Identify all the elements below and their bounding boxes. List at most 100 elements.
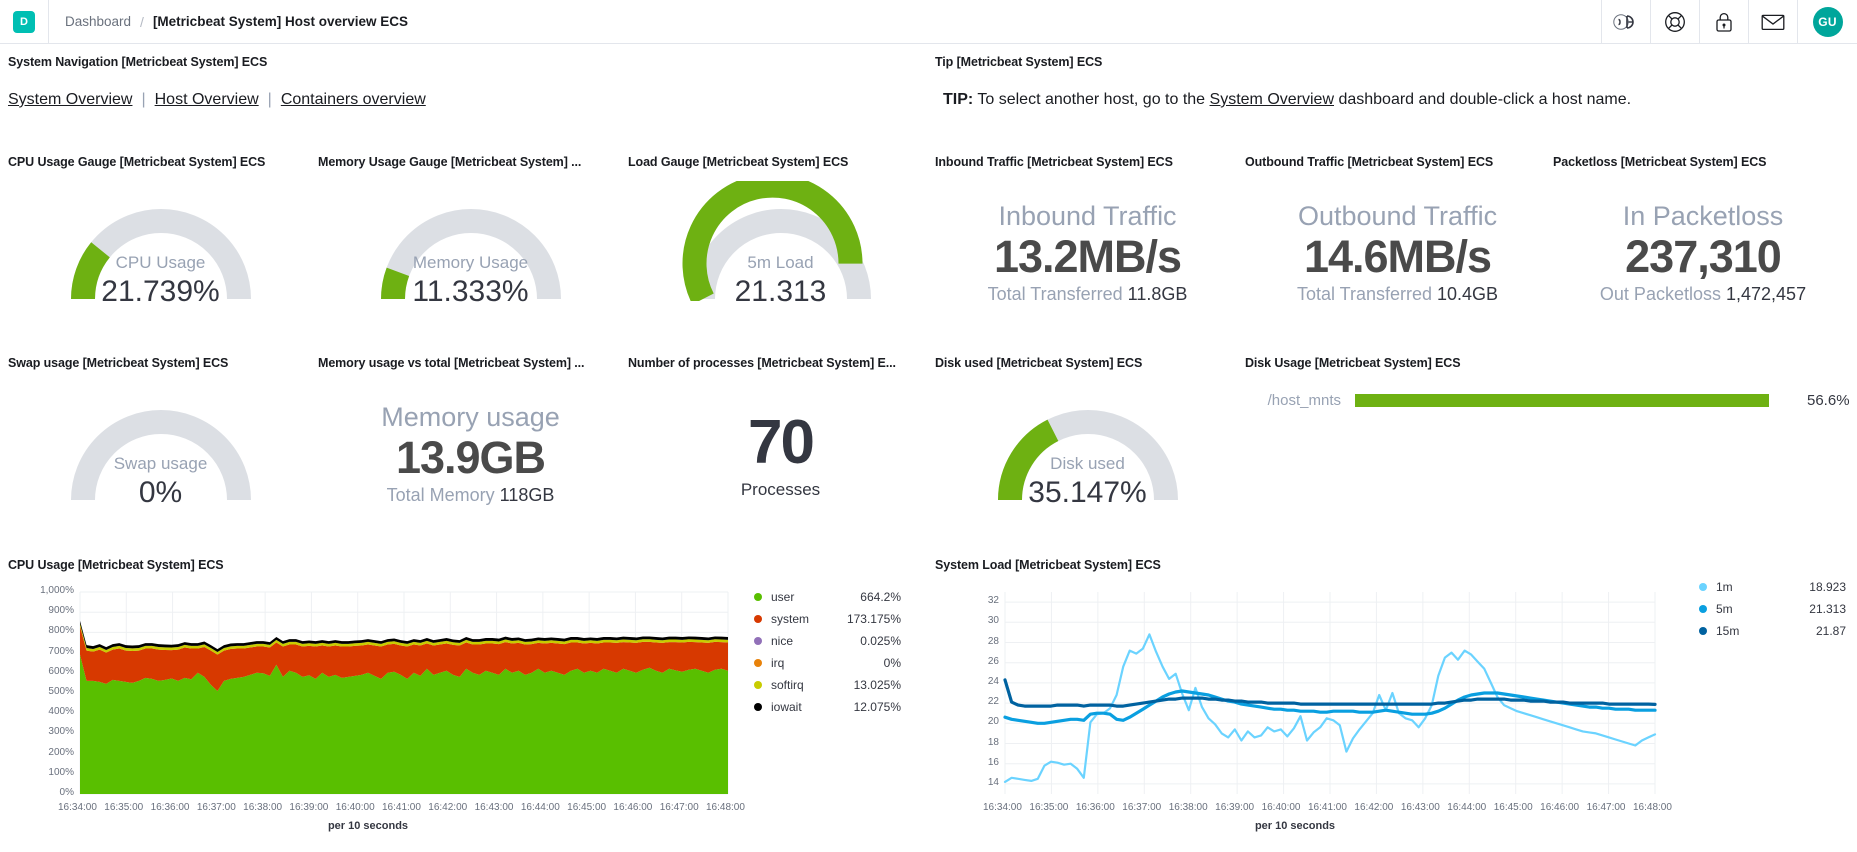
panel-packetloss: Packetloss [Metricbeat System] ECS In Pa… <box>1553 155 1853 345</box>
y-axis-tick-label: 400% <box>48 706 74 717</box>
disk-usage-percent-label: 56.6% <box>1795 392 1850 409</box>
x-axis-tick-label: 16:45:00 <box>1494 802 1533 813</box>
legend-series-name: system <box>771 612 833 626</box>
legend-item[interactable]: iowait12.075% <box>754 696 901 718</box>
memory-gauge-value: 11.333% <box>318 275 623 309</box>
chart-legend: 1m18.9235m21.31315m21.87 <box>1699 576 1846 642</box>
x-axis-tick-label: 16:39:00 <box>1215 802 1254 813</box>
chart-legend: user664.2%system173.175%nice0.025%irq0%s… <box>754 586 901 718</box>
top-navigation-bar: D Dashboard / [Metricbeat System] Host o… <box>0 0 1857 44</box>
legend-item[interactable]: user664.2% <box>754 586 901 608</box>
x-axis-tick-label: 16:42:00 <box>1354 802 1393 813</box>
inbound-traffic-sub: Total Transferred 11.8GB <box>935 284 1240 305</box>
legend-series-value: 12.075% <box>833 700 901 714</box>
panel-load-gauge: Load Gauge [Metricbeat System] ECS 5m Lo… <box>628 155 933 345</box>
panel-disk-usage: Disk Usage [Metricbeat System] ECS /host… <box>1245 356 1853 546</box>
legend-color-dot <box>1699 605 1707 613</box>
panel-cpu-usage-gauge: CPU Usage Gauge [Metricbeat System] ECS … <box>8 155 313 345</box>
load-gauge-label: 5m Load <box>628 253 933 273</box>
panel-title-load-gauge: Load Gauge [Metricbeat System] ECS <box>628 155 933 169</box>
panel-title-swap-usage: Swap usage [Metricbeat System] ECS <box>8 356 313 370</box>
breadcrumb-separator: / <box>140 14 144 30</box>
top-nav-icon-group: GU <box>1601 0 1857 43</box>
tip-system-overview-link[interactable]: System Overview <box>1210 91 1334 108</box>
y-axis-tick-label: 500% <box>48 686 74 697</box>
panel-tip: Tip [Metricbeat System] ECS TIP: To sele… <box>935 55 1850 109</box>
nav-link-host-overview[interactable]: Host Overview <box>155 91 259 109</box>
y-axis-tick-label: 1,000% <box>40 585 74 596</box>
legend-series-name: nice <box>771 634 833 648</box>
inbound-traffic-sub-value: 11.8GB <box>1128 284 1188 304</box>
legend-series-name: 1m <box>1716 580 1778 594</box>
x-axis-tick-label: 16:48:00 <box>1633 802 1672 813</box>
packetloss-label: In Packetloss <box>1553 201 1853 232</box>
processes-label: Processes <box>628 480 933 500</box>
panel-title-disk-used: Disk used [Metricbeat System] ECS <box>935 356 1240 370</box>
inbound-traffic-sub-label: Total Transferred <box>988 284 1123 304</box>
disk-gauge-label: Disk used <box>935 454 1240 474</box>
dashboard-logo-icon: D <box>13 11 35 33</box>
x-axis-tick-label: 16:39:00 <box>289 802 328 813</box>
y-axis-tick-label: 28 <box>988 636 999 647</box>
cpu-usage-chart[interactable]: 0%100%200%300%400%500%600%700%800%900%1,… <box>8 582 928 842</box>
y-axis-tick-label: 100% <box>48 767 74 778</box>
help-circle-icon[interactable] <box>1650 0 1699 43</box>
system-load-chart[interactable]: 1416182022242628303216:34:0016:35:0016:3… <box>935 582 1855 842</box>
panel-title-system-navigation: System Navigation [Metricbeat System] EC… <box>8 55 928 69</box>
packetloss-sub-value: 1,472,457 <box>1726 284 1806 304</box>
legend-series-value: 173.175% <box>833 612 901 626</box>
x-axis-tick-label: 16:35:00 <box>104 802 143 813</box>
disk-gauge-value: 35.147% <box>935 476 1240 510</box>
legend-item[interactable]: 5m21.313 <box>1699 598 1846 620</box>
number-of-processes-metric: 70 Processes <box>628 412 933 500</box>
x-axis-tick-label: 16:42:00 <box>428 802 467 813</box>
x-axis-tick-label: 16:40:00 <box>336 802 375 813</box>
disk-usage-bar-track <box>1355 394 1795 407</box>
outbound-traffic-value: 14.6MB/s <box>1245 232 1550 282</box>
lock-icon[interactable] <box>1699 0 1748 43</box>
panel-system-navigation: System Navigation [Metricbeat System] EC… <box>8 55 928 109</box>
outbound-traffic-sub: Total Transferred 10.4GB <box>1245 284 1550 305</box>
app-logo-cell[interactable]: D <box>0 0 49 43</box>
nav-link-containers-overview[interactable]: Containers overview <box>281 91 426 109</box>
legend-series-value: 0.025% <box>833 634 901 648</box>
x-axis-tick-label: 16:35:00 <box>1029 802 1068 813</box>
legend-item[interactable]: softirq13.025% <box>754 674 901 696</box>
panel-number-of-processes: Number of processes [Metricbeat System] … <box>628 356 933 546</box>
x-axis-tick-label: 16:47:00 <box>660 802 699 813</box>
packetloss-sub-label: Out Packetloss <box>1600 284 1721 304</box>
observability-glasses-icon[interactable] <box>1601 0 1650 43</box>
x-axis-tick-label: 16:46:00 <box>613 802 652 813</box>
legend-item[interactable]: 1m18.923 <box>1699 576 1846 598</box>
avatar-cell: GU <box>1797 0 1857 43</box>
panel-title-memory-usage-gauge: Memory Usage Gauge [Metricbeat System] .… <box>318 155 623 169</box>
mail-icon[interactable] <box>1748 0 1797 43</box>
x-axis-title: per 10 seconds <box>8 820 728 832</box>
legend-series-name: softirq <box>771 678 833 692</box>
legend-series-name: 15m <box>1716 624 1778 638</box>
legend-series-value: 664.2% <box>833 590 901 604</box>
legend-item[interactable]: nice0.025% <box>754 630 901 652</box>
legend-color-dot <box>754 659 762 667</box>
memory-gauge-label: Memory Usage <box>318 253 623 273</box>
y-axis-tick-label: 0% <box>60 787 74 798</box>
legend-item[interactable]: 15m21.87 <box>1699 620 1846 642</box>
nav-link-system-overview[interactable]: System Overview <box>8 91 132 109</box>
packetloss-metric: In Packetloss 237,310 Out Packetloss 1,4… <box>1553 201 1853 305</box>
memory-vs-total-value: 13.9GB <box>318 433 623 483</box>
x-axis-tick-label: 16:41:00 <box>382 802 421 813</box>
tip-text-before: To select another host, go to the <box>973 91 1209 108</box>
processes-value: 70 <box>628 412 933 474</box>
panel-memory-usage-gauge: Memory Usage Gauge [Metricbeat System] .… <box>318 155 623 345</box>
inbound-traffic-value: 13.2MB/s <box>935 232 1240 282</box>
memory-vs-total-metric: Memory usage 13.9GB Total Memory 118GB <box>318 402 623 506</box>
x-axis-tick-label: 16:45:00 <box>567 802 606 813</box>
legend-item[interactable]: system173.175% <box>754 608 901 630</box>
legend-item[interactable]: irq0% <box>754 652 901 674</box>
legend-series-value: 21.313 <box>1778 602 1846 616</box>
avatar[interactable]: GU <box>1813 7 1843 37</box>
breadcrumb-dashboard-link[interactable]: Dashboard <box>65 14 131 29</box>
x-axis-tick-label: 16:47:00 <box>1587 802 1626 813</box>
y-axis-tick-label: 24 <box>988 676 999 687</box>
disk-usage-row: /host_mnts56.6% <box>1245 392 1853 409</box>
